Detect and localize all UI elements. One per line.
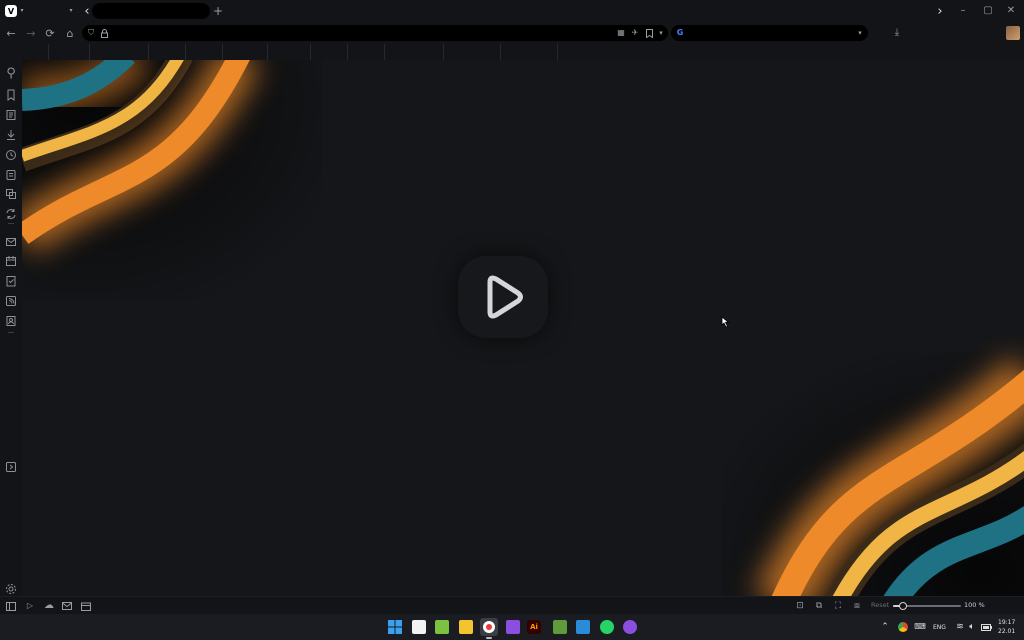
keyboard-icon[interactable]: ⌨ xyxy=(914,621,926,633)
bookmark-item[interactable] xyxy=(49,44,90,60)
tasks-icon[interactable] xyxy=(5,272,17,287)
close-button[interactable]: ✕ xyxy=(1004,4,1018,18)
battery-icon[interactable] xyxy=(980,622,992,632)
bookmark-item[interactable] xyxy=(348,44,385,60)
zoom-slider[interactable] xyxy=(893,602,961,610)
forward-button[interactable]: → xyxy=(24,26,38,40)
capture-icon[interactable]: ⊡ xyxy=(794,600,806,612)
play-logo[interactable] xyxy=(458,256,548,338)
title-bar: V ▾ ▾ ‹ + › – ▢ ✕ xyxy=(0,0,1024,22)
reading-list-icon[interactable] xyxy=(5,106,17,120)
bookmark-item[interactable] xyxy=(149,44,186,60)
volume-icon[interactable]: 🔈︎ xyxy=(967,621,977,633)
image-toggle-icon[interactable]: ⧈ xyxy=(851,600,863,612)
url-field[interactable]: ⛉ ▦ ✈ ▾ xyxy=(82,25,668,41)
pin-icon[interactable]: ⚲ xyxy=(3,65,19,81)
language-indicator[interactable]: ENG xyxy=(933,624,946,631)
vivaldi-taskbar-icon[interactable] xyxy=(480,618,498,639)
bookmark-item[interactable] xyxy=(444,44,501,60)
mail-icon[interactable] xyxy=(5,233,17,246)
block-tracker-icon[interactable]: ✈ xyxy=(630,28,640,38)
sidebar-divider xyxy=(8,332,14,333)
tab-scroll-right-icon[interactable]: › xyxy=(935,4,945,18)
zoom-slider-handle[interactable] xyxy=(898,602,907,610)
adobe-illustrator-taskbar-icon[interactable]: Ai xyxy=(527,620,541,634)
google-icon[interactable]: G xyxy=(675,28,685,38)
search-field[interactable]: G ▾ xyxy=(671,25,868,41)
bookmark-bar xyxy=(0,44,1024,60)
microsoft-store-taskbar-icon[interactable] xyxy=(410,618,428,636)
github-desktop-taskbar-icon[interactable] xyxy=(621,618,639,636)
downloads-panel-icon[interactable] xyxy=(5,126,17,140)
bookmark-item[interactable] xyxy=(501,44,558,60)
url-dropdown-icon[interactable]: ▾ xyxy=(656,28,666,38)
calendar-status-icon[interactable] xyxy=(80,600,92,612)
tray-overflow-chevron-icon[interactable]: ⌃ xyxy=(880,621,890,633)
page-actions-icon[interactable]: ⛶ xyxy=(832,600,844,612)
clock-time[interactable]: 19:17 xyxy=(998,619,1015,626)
active-app-indicator xyxy=(486,637,492,639)
settings-icon[interactable] xyxy=(5,580,17,594)
zoom-reset-button[interactable]: Reset xyxy=(871,601,889,609)
bookmark-item[interactable] xyxy=(90,44,149,60)
chevron-down-icon[interactable]: ▾ xyxy=(18,6,26,16)
shield-icon[interactable]: ⛉ xyxy=(86,28,96,38)
history-icon[interactable] xyxy=(5,146,17,160)
bookmark-item[interactable] xyxy=(223,44,268,60)
windows-start-taskbar-icon[interactable] xyxy=(386,618,404,636)
tab-list-chevron-icon[interactable]: ▾ xyxy=(67,6,75,16)
calendar-icon[interactable] xyxy=(5,252,17,266)
file-explorer-taskbar-icon[interactable] xyxy=(457,618,475,636)
extension-avatar[interactable] xyxy=(1006,26,1020,40)
bookmarks-icon[interactable] xyxy=(5,86,17,101)
home-button[interactable]: ⌂ xyxy=(63,26,77,40)
chrome-tray-icon[interactable] xyxy=(898,622,908,632)
feeds-icon[interactable] xyxy=(5,292,17,306)
status-bar: ▷ ☁ ⊡ ⧉ ⛶ ⧈ Reset 100 % xyxy=(0,596,1024,615)
tab-scroll-left-icon[interactable]: ‹ xyxy=(82,4,92,18)
minimize-button[interactable]: – xyxy=(956,4,970,18)
start-page[interactable] xyxy=(22,60,1024,596)
vscode-taskbar-icon[interactable] xyxy=(574,618,592,636)
mail-status-icon[interactable] xyxy=(61,600,73,612)
maximize-button[interactable]: ▢ xyxy=(981,4,995,18)
notepad-taskbar-icon[interactable] xyxy=(433,618,451,636)
side-panel-bar: ⚲ xyxy=(0,60,22,596)
app-purple-taskbar-icon[interactable] xyxy=(504,618,522,636)
contacts-icon[interactable] xyxy=(5,312,17,326)
clock-date[interactable]: 22.01 xyxy=(998,628,1015,635)
cloud-sync-icon[interactable]: ☁ xyxy=(42,600,56,612)
vivaldi-logo[interactable]: V xyxy=(5,5,17,17)
qr-code-icon[interactable]: ▦ xyxy=(616,28,626,38)
active-tab[interactable] xyxy=(92,3,210,19)
search-engine-dropdown-icon[interactable]: ▾ xyxy=(855,28,865,38)
tiling-icon[interactable]: ⧉ xyxy=(813,600,825,612)
reload-button[interactable]: ⟳ xyxy=(43,26,57,40)
window-panel-icon[interactable] xyxy=(5,185,17,199)
bookmark-item[interactable] xyxy=(12,44,49,60)
sidebar-divider xyxy=(8,223,14,224)
lock-icon xyxy=(99,28,109,38)
back-button[interactable]: ← xyxy=(4,26,18,40)
windows-taskbar: Ai ⌃ ⌨ ENG ≋ 🔈︎ 19:17 22.01 xyxy=(0,614,1024,640)
new-tab-button[interactable]: + xyxy=(212,4,224,18)
bookmark-item[interactable] xyxy=(186,44,223,60)
bookmark-item[interactable] xyxy=(385,44,444,60)
bookmark-item[interactable] xyxy=(268,44,311,60)
bookmark-item[interactable] xyxy=(311,44,348,60)
minecraft-taskbar-icon[interactable] xyxy=(551,618,569,636)
add-web-panel-icon[interactable] xyxy=(5,458,17,472)
panel-toggle-icon[interactable] xyxy=(5,600,17,612)
play-status-icon[interactable]: ▷ xyxy=(24,600,36,612)
notes-icon[interactable] xyxy=(5,166,17,180)
zoom-level: 100 % xyxy=(964,601,985,609)
sync-icon[interactable] xyxy=(5,205,17,219)
whatsapp-taskbar-icon[interactable] xyxy=(598,618,616,636)
bookmark-page-icon[interactable] xyxy=(644,28,654,38)
mouse-cursor-icon xyxy=(721,316,730,328)
wifi-icon[interactable]: ≋ xyxy=(955,621,965,633)
downloads-icon[interactable]: ⤓ xyxy=(890,26,904,40)
play-icon xyxy=(487,275,523,319)
